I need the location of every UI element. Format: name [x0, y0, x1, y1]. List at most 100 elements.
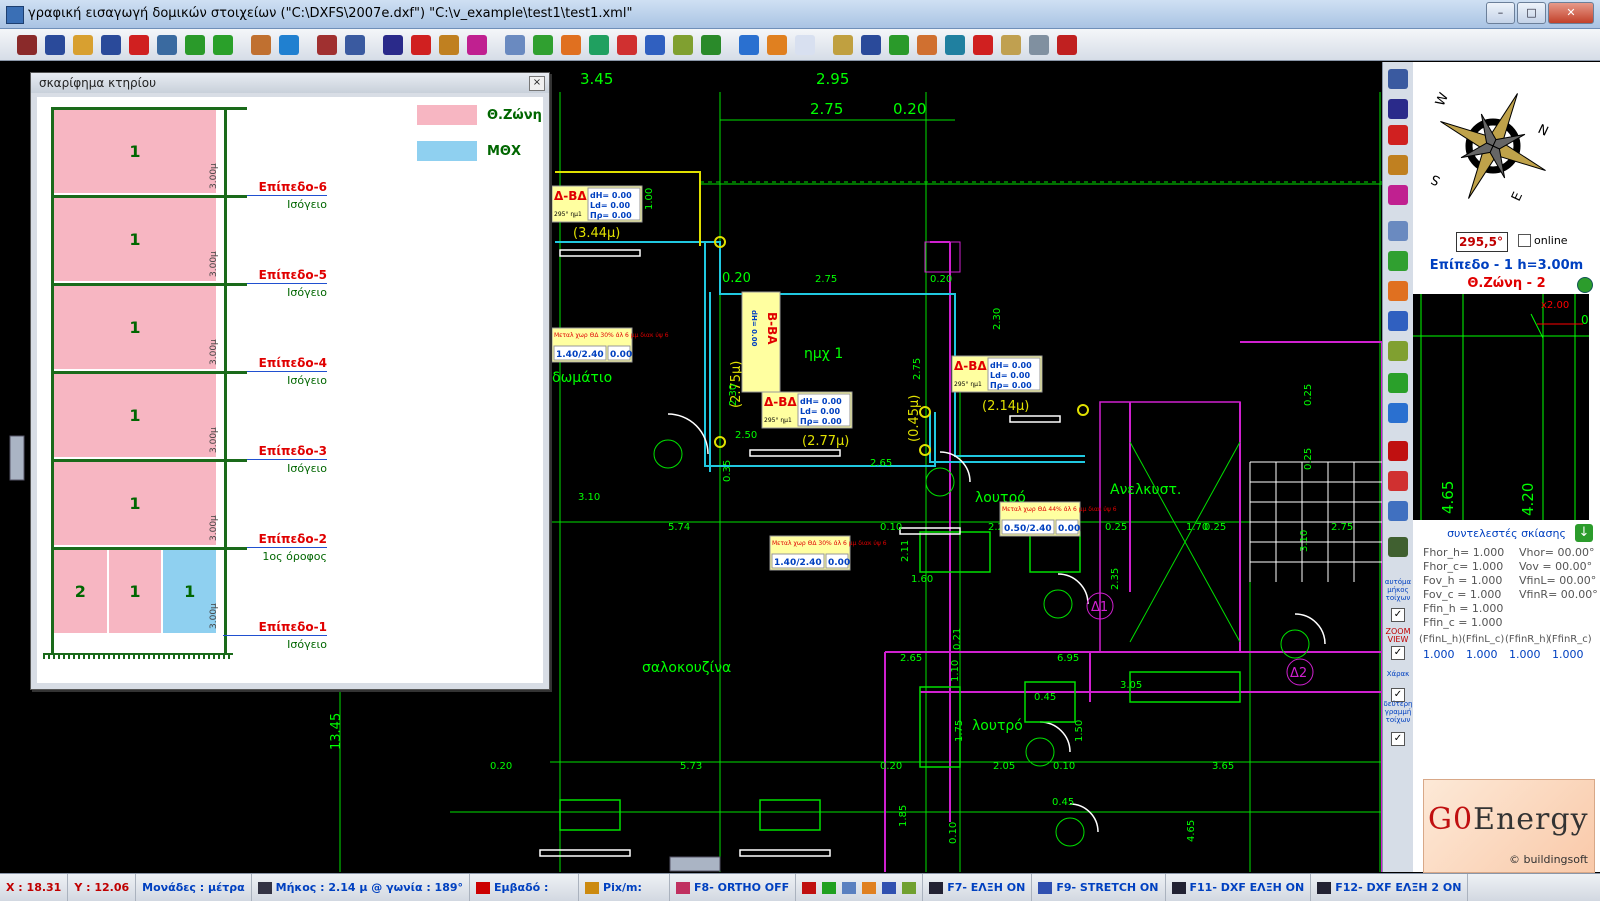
status-units[interactable]: Μονάδες : μέτρα: [136, 874, 252, 901]
open-folder-icon[interactable]: [70, 32, 96, 58]
layers-icon[interactable]: [154, 32, 180, 58]
pdf-icon[interactable]: [1054, 32, 1080, 58]
move-icon[interactable]: [558, 32, 584, 58]
option-label: Χάρακ: [1386, 670, 1410, 678]
forward-icon[interactable]: [764, 32, 790, 58]
tools-icon[interactable]: [314, 32, 340, 58]
dimension-label: 13.45: [329, 713, 344, 750]
copy-tool-icon[interactable]: [1385, 218, 1411, 244]
stretch-icon[interactable]: [642, 32, 668, 58]
pipe-icon[interactable]: [942, 32, 968, 58]
door-tool-icon[interactable]: [1385, 438, 1411, 464]
new-page-icon[interactable]: [792, 32, 818, 58]
option-checkbox[interactable]: ✓: [1391, 646, 1405, 660]
online-option[interactable]: online: [1518, 234, 1568, 247]
grid-tool-icon[interactable]: [1385, 468, 1411, 494]
copy-icon[interactable]: [502, 32, 528, 58]
thermal-zone[interactable]: 1: [108, 550, 162, 633]
cancel-icon[interactable]: [126, 32, 152, 58]
status-area: Εμβαδό :: [470, 874, 580, 901]
shading-icon[interactable]: [408, 32, 434, 58]
save-disk-icon[interactable]: [858, 32, 884, 58]
confirm-tool-icon[interactable]: [1385, 370, 1411, 396]
level-name[interactable]: Επίπεδο-3: [207, 444, 327, 458]
download-icon[interactable]: [182, 32, 208, 58]
dimension-label: 3.05: [1120, 680, 1142, 691]
shade-tool-icon[interactable]: [1385, 122, 1411, 148]
swap-icon[interactable]: [276, 32, 302, 58]
green-save-icon[interactable]: [886, 32, 912, 58]
status-f7[interactable]: F7- ΕΛΞΗ ON: [923, 874, 1033, 901]
thermal-zone[interactable]: 1: [54, 198, 216, 281]
status-f9[interactable]: F9- STRETCH ON: [1032, 874, 1166, 901]
house-icon[interactable]: [248, 32, 274, 58]
compass-icon[interactable]: W N S E: [1413, 62, 1600, 222]
level-name[interactable]: Επίπεδο-5: [207, 268, 327, 282]
hand-tool-icon[interactable]: [1385, 534, 1411, 560]
line-tool-icon[interactable]: [1385, 182, 1411, 208]
move-icon[interactable]: [862, 881, 877, 894]
edit-icon[interactable]: [14, 32, 40, 58]
swap-tool-icon[interactable]: [1385, 498, 1411, 524]
maximize-button[interactable]: □: [1517, 2, 1546, 24]
up-tool-icon[interactable]: [1385, 400, 1411, 426]
thermal-zone[interactable]: 1: [54, 286, 216, 369]
status-f12[interactable]: F12- DXF ΕΛΞΗ 2 ON: [1311, 874, 1469, 901]
refresh-icon[interactable]: [670, 32, 696, 58]
house2-icon[interactable]: [914, 32, 940, 58]
mini-map[interactable]: x2.00 0. 4.65 4.20: [1413, 294, 1592, 520]
wall-tool-icon[interactable]: [1385, 66, 1411, 92]
add-tool-icon[interactable]: [1385, 248, 1411, 274]
back-icon[interactable]: [698, 32, 724, 58]
orientation-input[interactable]: 295,5°: [1456, 232, 1508, 252]
add-icon[interactable]: [530, 32, 556, 58]
delete-icon[interactable]: [614, 32, 640, 58]
up-icon[interactable]: [736, 32, 762, 58]
door-label: Δ2: [1290, 666, 1307, 681]
xml-icon[interactable]: [830, 32, 856, 58]
move-tool-icon[interactable]: [1385, 278, 1411, 304]
grid-icon[interactable]: [842, 881, 857, 894]
confirm-icon[interactable]: [210, 32, 236, 58]
level-floor-name: Ισόγειο: [287, 638, 327, 651]
check-icon[interactable]: [822, 881, 837, 894]
thermal-zone[interactable]: 1: [54, 462, 216, 545]
pencil-icon[interactable]: [436, 32, 462, 58]
dimension-tool-icon[interactable]: [1385, 96, 1411, 122]
refresh-tool-icon[interactable]: [1385, 338, 1411, 364]
stretch-tool-icon[interactable]: [1385, 308, 1411, 334]
level-name[interactable]: Επίπεδο-2: [207, 532, 327, 546]
option-checkbox[interactable]: ✓: [1391, 732, 1405, 746]
thermal-zone[interactable]: 1: [54, 374, 216, 457]
line-icon[interactable]: [464, 32, 490, 58]
sketch-close-button[interactable]: ×: [529, 76, 545, 91]
zone-status-icon[interactable]: [1577, 277, 1593, 293]
thermal-zone[interactable]: 1: [54, 110, 216, 193]
tag-title: Δ-ΒΔ: [554, 189, 587, 203]
dxf-icon[interactable]: [42, 32, 68, 58]
status-f8[interactable]: F8- ORTHO OFF: [670, 874, 797, 901]
dimension-icon[interactable]: [380, 32, 406, 58]
calculator-icon[interactable]: [1026, 32, 1052, 58]
target-icon[interactable]: [970, 32, 996, 58]
stretch-icon[interactable]: [882, 881, 897, 894]
thermal-zone[interactable]: 2: [54, 550, 107, 633]
edit-tool-icon[interactable]: [1385, 152, 1411, 178]
dimension-label: 0.25: [1303, 448, 1314, 470]
level-name[interactable]: Επίπεδο-6: [207, 180, 327, 194]
save-icon[interactable]: [98, 32, 124, 58]
rotate-icon[interactable]: [586, 32, 612, 58]
door-hinge: [1055, 817, 1085, 847]
download-arrow-icon[interactable]: ↓: [1575, 524, 1593, 542]
level-name[interactable]: Επίπεδο-1: [207, 620, 327, 634]
status-f11[interactable]: F11- DXF ΕΛΞΗ ON: [1166, 874, 1312, 901]
close-button[interactable]: ✕: [1548, 2, 1594, 24]
level-name[interactable]: Επίπεδο-4: [207, 356, 327, 370]
option-checkbox[interactable]: ✓: [1391, 608, 1405, 622]
clipboard-icon[interactable]: [998, 32, 1024, 58]
minimize-button[interactable]: –: [1486, 2, 1515, 24]
online-checkbox[interactable]: [1518, 234, 1531, 247]
refresh-icon[interactable]: [902, 881, 917, 894]
wall-icon[interactable]: [342, 32, 368, 58]
marker-icon[interactable]: [802, 881, 817, 894]
